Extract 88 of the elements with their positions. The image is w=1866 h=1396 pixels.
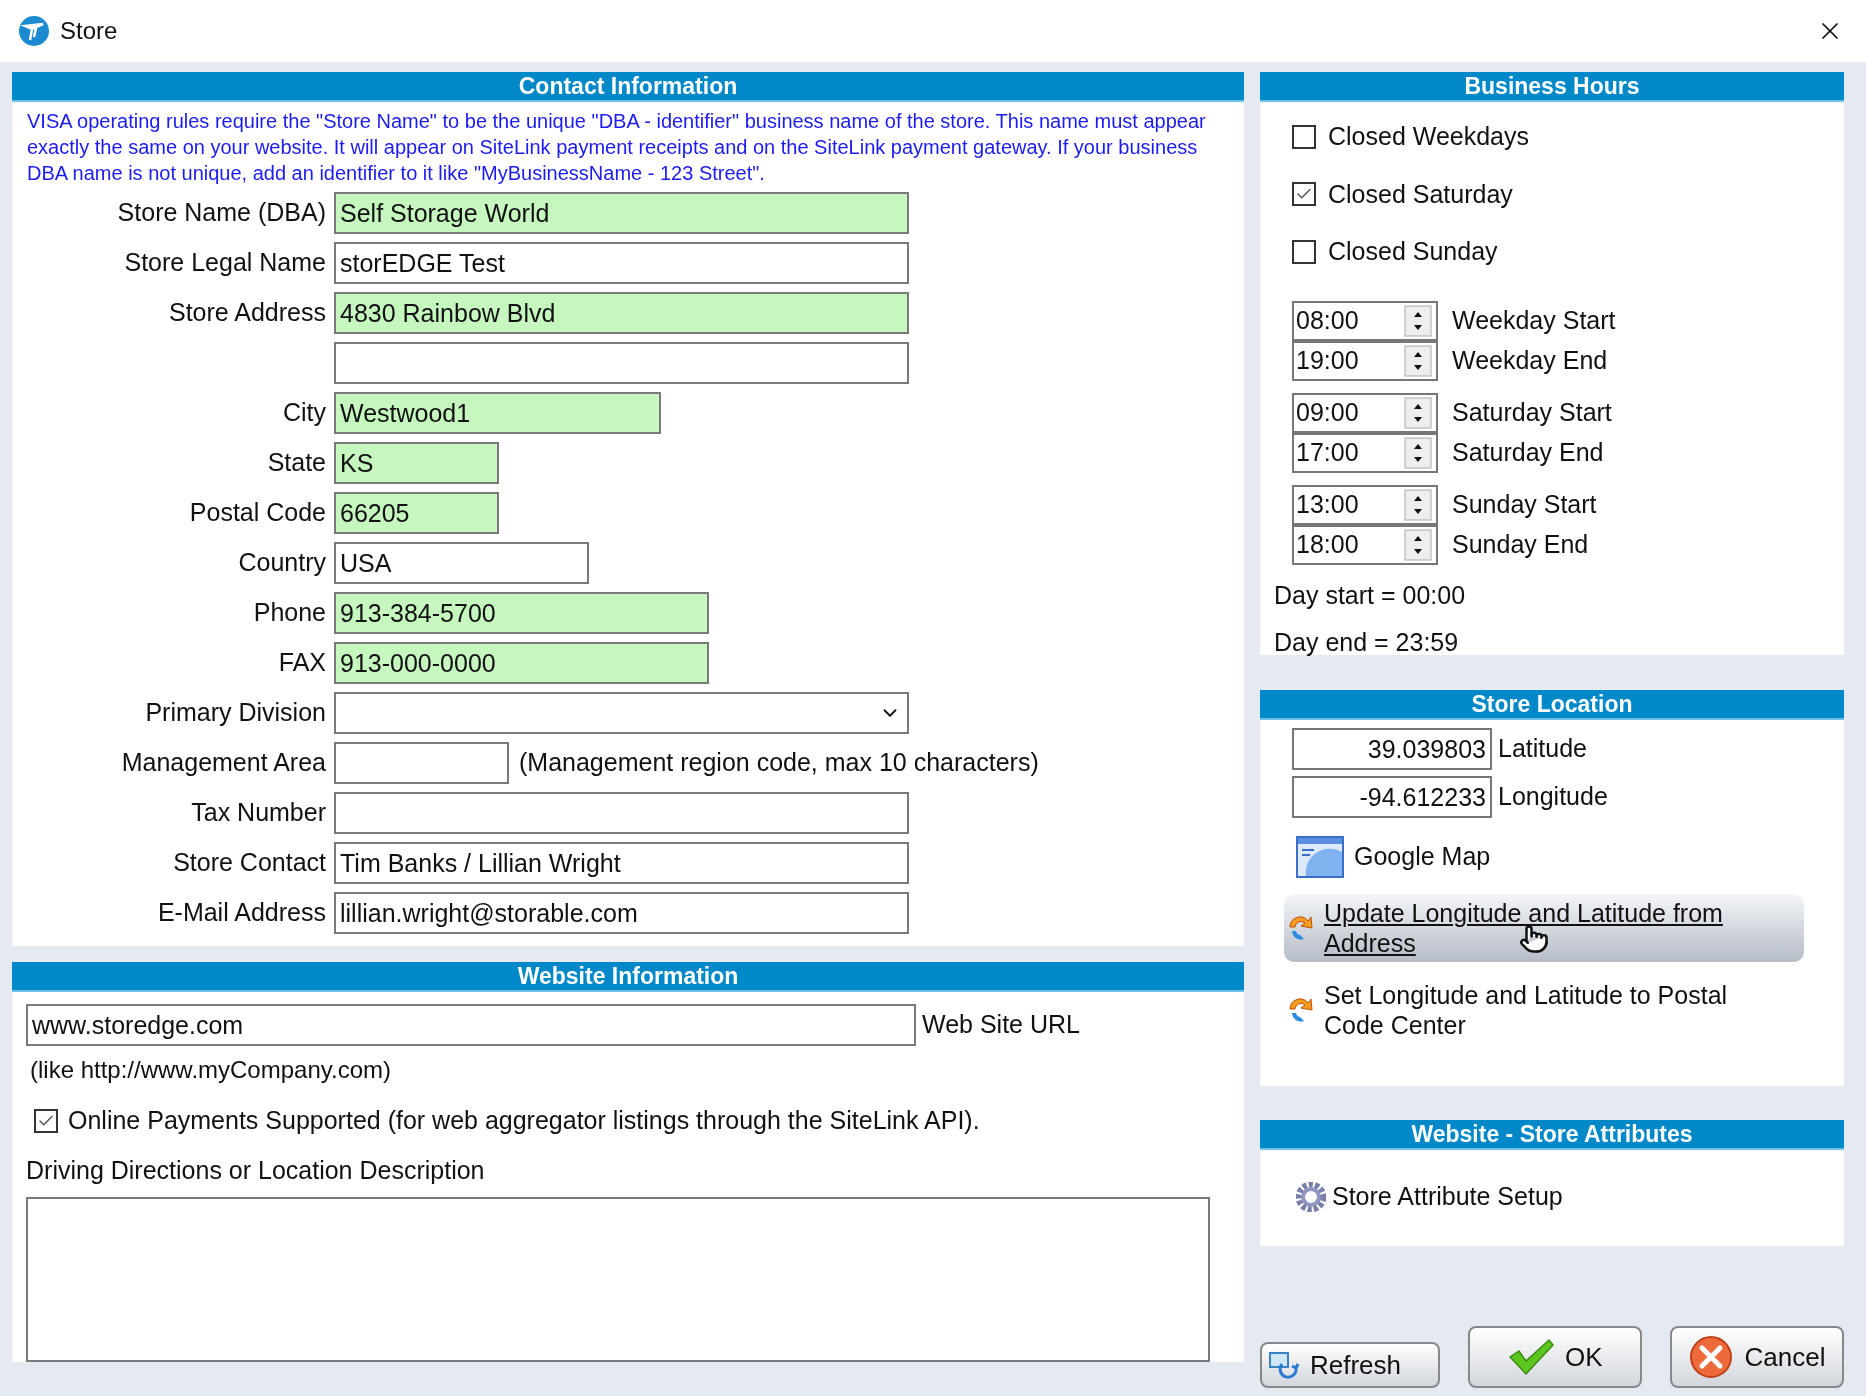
notice-text: VISA operating rules require the "Store Name" to be the unique "DBA - identifier" business name of the store. This name must appear exactly the same on your website. It will appear on SiteLink payment receipts and on the SiteLink payment gateway. If your business DBA name is not unique, add an identifier to it like "MyBusinessName - 123 Street". (26, 109, 1207, 186)
time-label: Saturday End (1452, 436, 1604, 468)
cancel-icon (1688, 1334, 1735, 1380)
section-header: Website Information (12, 962, 1244, 992)
app-logo-icon (18, 15, 50, 47)
field-label: Phone (253, 598, 326, 627)
spin-arrows-icon (1404, 528, 1432, 561)
url-label: Web Site URL (922, 1009, 1080, 1041)
field-label: City (282, 398, 326, 427)
field-label: FAX (278, 648, 326, 677)
input-field[interactable] (334, 742, 509, 784)
url-hint: (like http://www.myCompany.com) (30, 1055, 391, 1085)
checkbox[interactable] (1292, 124, 1316, 149)
day-note: Day end = 23:59 (1274, 627, 1459, 658)
time-spinner[interactable]: 18:00 (1292, 524, 1438, 565)
time-label: Weekday End (1452, 344, 1608, 376)
checkbox-label: Closed Saturday (1328, 178, 1513, 210)
field-label: Tax Number (191, 798, 326, 827)
section-header: Contact Information (12, 72, 1244, 102)
time-spinner[interactable]: 17:00 (1292, 432, 1438, 473)
input-field[interactable]: 913-384-5700 (334, 592, 709, 634)
spin-arrows-icon (1404, 488, 1432, 521)
field-label: Store Address (168, 298, 326, 327)
field-label: E-Mail Address (157, 898, 326, 927)
time-label: Sunday Start (1452, 488, 1597, 520)
spin-arrows-icon (1404, 304, 1432, 337)
field-label: Primary Division (145, 698, 326, 727)
section-header: Store Location (1260, 690, 1844, 720)
input-field[interactable]: Self Storage World (334, 192, 909, 234)
checkbox-label: Closed Sunday (1328, 236, 1498, 267)
coordinate-field[interactable]: -94.612233 (1292, 776, 1492, 818)
directions-field[interactable] (26, 1197, 1210, 1362)
map-link[interactable]: Google Map (1296, 836, 1491, 878)
time-spinner[interactable]: 09:00 (1292, 392, 1438, 433)
field-label: State (267, 448, 326, 477)
attribute-setup-link[interactable]: Store Attribute Setup (1296, 1178, 1563, 1216)
input-field[interactable]: 66205 (334, 492, 499, 534)
field-label: Management Area (121, 748, 326, 777)
time-spinner[interactable]: 08:00 (1292, 300, 1438, 341)
coordinate-label: Longitude (1498, 781, 1608, 813)
refresh-icon (1268, 1350, 1300, 1380)
input-field[interactable]: lillian.wright@storable.com (334, 892, 909, 934)
window-title: Store (60, 16, 118, 46)
time-label: Weekday Start (1452, 304, 1616, 336)
field-label: Store Contact (173, 848, 326, 877)
section-header: Website - Store Attributes (1260, 1120, 1844, 1150)
checkbox-label: Online Payments Supported (for web aggregator listings through the SiteLink API). (68, 1105, 980, 1136)
url-field[interactable]: www.storedge.com (26, 1004, 916, 1046)
checkbox[interactable] (1292, 182, 1316, 207)
directions-label: Driving Directions or Location Description (26, 1154, 485, 1186)
coordinate-label: Latitude (1498, 733, 1587, 765)
input-field[interactable]: 913-000-0000 (334, 642, 709, 684)
dialog-button[interactable]: Cancel (1669, 1326, 1844, 1388)
field-label: Store Legal Name (124, 248, 326, 277)
dialog-button[interactable]: OK (1467, 1326, 1642, 1388)
map-window-icon (1296, 836, 1344, 878)
input-field[interactable]: 4830 Rainbow Blvd (334, 292, 909, 334)
dialog-button[interactable]: Refresh (1260, 1342, 1440, 1388)
spin-arrows-icon (1404, 344, 1432, 377)
input-field[interactable]: USA (334, 542, 589, 584)
input-field[interactable] (334, 342, 909, 384)
checkbox[interactable] (1292, 239, 1316, 264)
input-field[interactable]: Tim Banks / Lillian Wright (334, 842, 909, 884)
gear-icon (1296, 1181, 1326, 1212)
spin-arrows-icon (1404, 396, 1432, 429)
location-action[interactable]: Update Longitude and Latitude from Address (1284, 894, 1804, 962)
day-note: Day start = 00:00 (1274, 579, 1466, 611)
field-label: Postal Code (189, 498, 326, 527)
spin-arrows-icon (1404, 436, 1432, 469)
input-field[interactable] (334, 792, 909, 834)
field-label: Store Name (DBA) (117, 198, 326, 227)
dropdown[interactable] (334, 692, 909, 734)
section-header: Business Hours (1260, 72, 1844, 102)
time-spinner[interactable]: 13:00 (1292, 484, 1438, 525)
input-field[interactable]: storEDGE Test (334, 242, 909, 284)
time-label: Sunday End (1452, 528, 1589, 560)
check-icon (1507, 1337, 1556, 1377)
input-field[interactable]: Westwood1 (334, 392, 661, 434)
field-note: (Management region code, max 10 characters) (519, 747, 1039, 779)
coordinate-field[interactable]: 39.039803 (1292, 728, 1492, 770)
hand-cursor-icon (1519, 924, 1549, 954)
input-field[interactable]: KS (334, 442, 499, 484)
field-label: Country (238, 548, 326, 577)
location-action[interactable]: Set Longitude and Latitude to Postal Code Center (1284, 976, 1804, 1044)
checkbox[interactable] (34, 1108, 58, 1133)
time-label: Saturday Start (1452, 396, 1612, 428)
checkbox-label: Closed Weekdays (1328, 121, 1530, 152)
time-spinner[interactable]: 19:00 (1292, 340, 1438, 381)
